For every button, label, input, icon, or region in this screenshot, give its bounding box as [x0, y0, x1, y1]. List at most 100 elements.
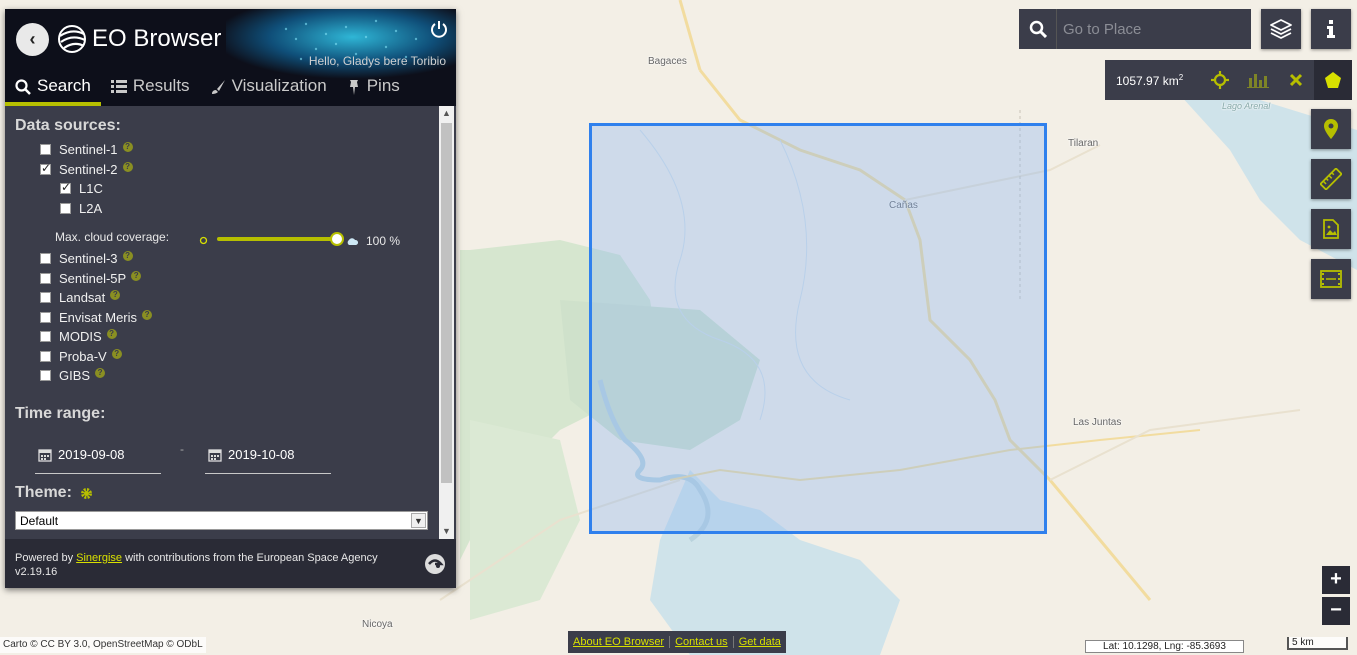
tab-label: Results	[132, 76, 190, 95]
source-landsat[interactable]: Landsat?	[40, 289, 121, 305]
tab-label: Visualization	[231, 76, 327, 95]
panel-scrollbar[interactable]: ▲ ▼	[439, 106, 454, 539]
search-form: Data sources: Sentinel-1? Sentinel-2? L1…	[5, 106, 456, 539]
theme-select[interactable]: Default ▼	[15, 511, 428, 530]
source-sentinel-2[interactable]: Sentinel-2?	[40, 161, 133, 177]
source-label: Envisat Meris	[59, 310, 138, 325]
help-icon[interactable]: ?	[111, 348, 122, 359]
panel-header: ‹ EO Browser Hello, Gladys bere Toribio …	[5, 9, 456, 106]
help-icon[interactable]: ?	[122, 141, 133, 152]
scroll-down-icon[interactable]: ▼	[439, 524, 454, 539]
help-icon[interactable]: ?	[106, 328, 117, 339]
time-range-heading: Time range:	[15, 405, 106, 422]
chevron-down-icon: ▼	[411, 513, 426, 528]
help-icon[interactable]: ?	[131, 270, 142, 281]
get-data-link[interactable]: Get data	[734, 636, 786, 648]
place-search	[1019, 9, 1251, 49]
measure-button[interactable]	[1311, 159, 1351, 199]
tab-label: Search	[37, 76, 91, 95]
help-icon[interactable]: ?	[142, 309, 153, 320]
source-l1c[interactable]: L1C	[60, 180, 103, 196]
back-button[interactable]: ‹	[16, 23, 49, 56]
place-search-input[interactable]	[1057, 9, 1243, 49]
source-sentinel-1[interactable]: Sentinel-1?	[40, 141, 133, 157]
center-on-aoi-button[interactable]	[1201, 60, 1239, 100]
checkbox[interactable]	[40, 253, 51, 264]
help-icon[interactable]: ?	[122, 250, 133, 261]
cloud-coverage-slider[interactable]	[217, 237, 341, 241]
date-to-input[interactable]: 2019-10-08	[205, 436, 331, 474]
app-title: EO Browser	[92, 25, 222, 52]
about-link[interactable]: About EO Browser	[568, 636, 671, 648]
checkbox[interactable]	[40, 144, 51, 155]
area-of-interest-polygon[interactable]	[589, 123, 1047, 534]
remove-aoi-button[interactable]	[1277, 60, 1315, 100]
checkbox[interactable]	[40, 351, 51, 362]
source-sentinel-3[interactable]: Sentinel-3?	[40, 250, 133, 266]
checkbox[interactable]	[40, 273, 51, 284]
date-from-input[interactable]: 2019-09-08	[35, 436, 161, 474]
calendar-icon	[208, 448, 222, 462]
timelapse-button[interactable]	[1311, 259, 1351, 299]
sinergise-link[interactable]: Sinergise	[76, 552, 122, 564]
pentagon-icon	[1325, 72, 1342, 88]
source-label: Sentinel-2	[59, 162, 118, 177]
eo-browser-logo-icon	[58, 25, 86, 53]
statistics-button[interactable]	[1239, 60, 1277, 100]
source-l2a[interactable]: L2A	[60, 201, 102, 216]
source-sentinel-5p[interactable]: Sentinel-5P?	[40, 270, 142, 286]
ruler-icon	[1320, 168, 1342, 190]
gear-icon[interactable]	[80, 487, 93, 500]
layers-button[interactable]	[1261, 9, 1301, 49]
image-file-icon	[1323, 219, 1339, 239]
checkbox[interactable]	[60, 180, 71, 194]
help-icon[interactable]: ?	[95, 367, 106, 378]
draw-polygon-button[interactable]	[1314, 60, 1353, 100]
slider-handle[interactable]	[330, 232, 344, 246]
cursor-coordinates: Lat: 10.1298, Lng: -85.3693	[1085, 640, 1244, 653]
tab-search[interactable]: Search	[5, 73, 101, 106]
theme-label: Theme:	[15, 484, 72, 501]
search-icon	[15, 79, 31, 95]
checkbox[interactable]	[40, 292, 51, 303]
info-button[interactable]	[1311, 9, 1351, 49]
help-icon[interactable]: ?	[110, 289, 121, 300]
help-icon[interactable]: ?	[122, 161, 133, 172]
footer-credits: Powered by Sinergise with contributions …	[15, 551, 446, 565]
layers-icon	[1270, 19, 1292, 39]
user-greeting: Hello, Gladys bere Toribio	[308, 54, 446, 68]
location-pin-button[interactable]	[1311, 109, 1351, 149]
theme-value: Default	[20, 514, 59, 528]
place-label: Nicoya	[362, 619, 393, 630]
source-label: Sentinel-3	[59, 251, 118, 266]
tab-results[interactable]: Results	[101, 73, 200, 106]
tab-visualization[interactable]: Visualization	[200, 73, 337, 106]
checkbox[interactable]	[40, 331, 51, 342]
cloud-coverage-label: Max. cloud coverage:	[55, 230, 170, 244]
source-modis[interactable]: MODIS?	[40, 328, 117, 344]
zoom-out-button[interactable]: −	[1322, 597, 1350, 625]
zoom-in-button[interactable]: +	[1322, 566, 1350, 594]
search-icon[interactable]	[1019, 9, 1057, 49]
tab-pins[interactable]: Pins	[337, 73, 410, 106]
source-gibs[interactable]: GIBS?	[40, 367, 106, 383]
source-proba-v[interactable]: Proba-V?	[40, 348, 122, 364]
checkbox[interactable]	[40, 161, 51, 175]
globe-banner-image	[226, 9, 456, 79]
pin-icon	[349, 80, 358, 95]
cloud-icon	[347, 238, 358, 245]
app-version: v2.19.16	[15, 566, 58, 578]
export-image-button[interactable]	[1311, 209, 1351, 249]
checkbox[interactable]	[40, 312, 51, 323]
source-envisat-meris[interactable]: Envisat Meris?	[40, 309, 153, 325]
source-label: L2A	[79, 201, 103, 216]
source-label: GIBS	[59, 368, 91, 383]
source-label: Sentinel-5P	[59, 271, 127, 286]
checkbox[interactable]	[40, 370, 51, 381]
scrollbar-thumb[interactable]	[441, 123, 452, 483]
logout-power-icon[interactable]	[430, 20, 448, 38]
map-attribution: Carto © CC BY 3.0, OpenStreetMap © ODbL	[0, 637, 206, 653]
contact-link[interactable]: Contact us	[670, 636, 734, 648]
checkbox[interactable]	[60, 203, 71, 214]
scroll-up-icon[interactable]: ▲	[439, 106, 454, 121]
